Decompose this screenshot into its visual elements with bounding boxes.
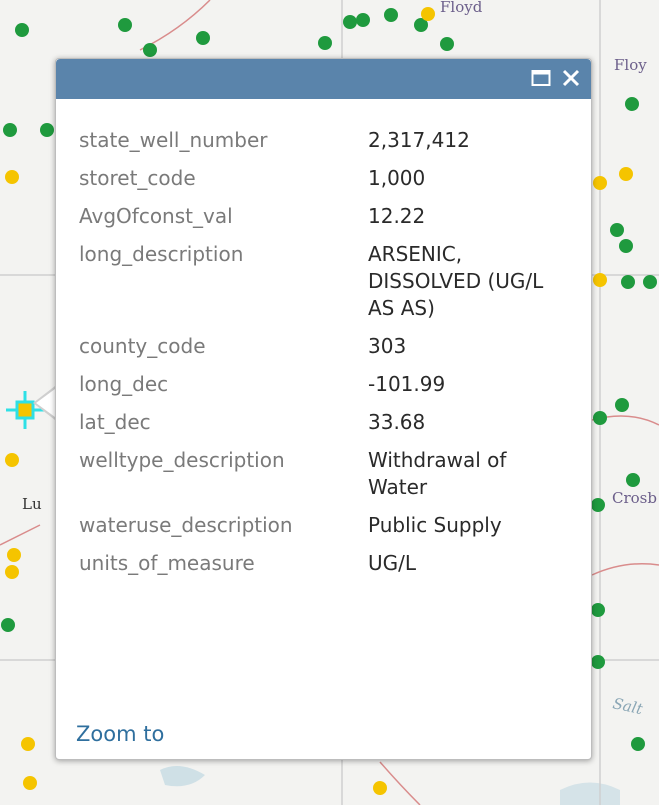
well-dot-green bbox=[591, 603, 605, 617]
attribute-row: storet_code 1,000 bbox=[79, 165, 548, 203]
close-icon bbox=[562, 69, 580, 87]
well-dot-green bbox=[1, 618, 15, 632]
well-dot-yellow bbox=[7, 548, 21, 562]
well-dot-green bbox=[591, 655, 605, 669]
well-dot-green bbox=[631, 737, 645, 751]
attribute-value: 2,317,412 bbox=[368, 128, 470, 152]
well-dot-yellow bbox=[5, 565, 19, 579]
well-dot-yellow bbox=[23, 776, 37, 790]
well-dot-yellow bbox=[373, 781, 387, 795]
attribute-row: wateruse_description Public Supply bbox=[79, 512, 548, 550]
well-dot-yellow bbox=[619, 167, 633, 181]
attribute-row: state_well_number 2,317,412 bbox=[79, 127, 548, 165]
attribute-row: long_dec -101.99 bbox=[79, 371, 548, 409]
attribute-value: 33.68 bbox=[368, 410, 426, 434]
attribute-key: long_dec bbox=[79, 372, 169, 396]
well-dot-yellow bbox=[421, 7, 435, 21]
attribute-row: units_of_measure UG/L bbox=[79, 550, 548, 588]
attribute-key: AvgOfconst_val bbox=[79, 204, 233, 228]
attribute-key: long_description bbox=[79, 242, 244, 266]
attribute-table: state_well_number 2,317,412 storet_code … bbox=[79, 127, 548, 588]
attribute-row: welltype_description Withdrawal of Water bbox=[79, 447, 548, 512]
well-dot-yellow bbox=[21, 737, 35, 751]
attribute-value: 303 bbox=[368, 334, 407, 358]
attribute-key: county_code bbox=[79, 334, 206, 358]
attribute-value: UG/L bbox=[368, 551, 417, 575]
well-dot-yellow bbox=[5, 170, 19, 184]
attribute-row: lat_dec 33.68 bbox=[79, 409, 548, 447]
well-dot-green bbox=[143, 43, 157, 57]
attribute-value: 12.22 bbox=[368, 204, 426, 228]
well-dot-yellow bbox=[593, 273, 607, 287]
attribute-key: storet_code bbox=[79, 166, 196, 190]
well-dot-green bbox=[591, 498, 605, 512]
attribute-row: county_code 303 bbox=[79, 333, 548, 371]
close-button[interactable] bbox=[557, 63, 585, 93]
feature-popup: state_well_number 2,317,412 storet_code … bbox=[55, 58, 592, 760]
well-dot-green bbox=[440, 37, 454, 51]
well-dot-green bbox=[625, 97, 639, 111]
map-label-right-middle: Crosb bbox=[612, 489, 657, 507]
well-dot-yellow bbox=[5, 453, 19, 467]
well-dot-green bbox=[40, 123, 54, 137]
well-dot-green bbox=[15, 23, 29, 37]
well-dot-green bbox=[619, 239, 633, 253]
map-label-left-middle: Lu bbox=[22, 495, 42, 513]
well-dot-green bbox=[356, 13, 370, 27]
maximize-icon bbox=[531, 70, 551, 86]
attribute-row: long_description ARSENIC, DISSOLVED (UG/… bbox=[79, 241, 548, 333]
well-dot-green bbox=[384, 8, 398, 22]
attribute-key: state_well_number bbox=[79, 128, 268, 152]
zoom-to-link[interactable]: Zoom to bbox=[76, 722, 164, 746]
attribute-value: ARSENIC, DISSOLVED (UG/L AS AS) bbox=[368, 242, 544, 320]
well-dot-green bbox=[318, 36, 332, 50]
attribute-key: lat_dec bbox=[79, 410, 151, 434]
attribute-key: units_of_measure bbox=[79, 551, 255, 575]
well-dot-green bbox=[610, 223, 624, 237]
well-dot-green bbox=[196, 31, 210, 45]
maximize-button[interactable] bbox=[527, 63, 555, 93]
well-dot-yellow bbox=[593, 176, 607, 190]
attribute-value: Withdrawal of Water bbox=[368, 448, 507, 499]
well-dot-green bbox=[593, 411, 607, 425]
attribute-value: 1,000 bbox=[368, 166, 426, 190]
attribute-key: welltype_description bbox=[79, 448, 285, 472]
well-dot-green bbox=[643, 275, 657, 289]
well-dot-green bbox=[621, 275, 635, 289]
map-label-top: Floyd bbox=[440, 0, 483, 16]
well-dot-green bbox=[3, 123, 17, 137]
popup-header bbox=[56, 59, 591, 99]
well-dot-green bbox=[626, 473, 640, 487]
attribute-value: Public Supply bbox=[368, 513, 502, 537]
popup-pointer-inner bbox=[36, 389, 55, 417]
well-dot-green bbox=[615, 398, 629, 412]
well-dot-green bbox=[343, 15, 357, 29]
well-dot-green bbox=[118, 18, 132, 32]
map-label-right-top: Floy bbox=[614, 56, 647, 74]
attribute-value: -101.99 bbox=[368, 372, 446, 396]
attribute-key: wateruse_description bbox=[79, 513, 293, 537]
attribute-row: AvgOfconst_val 12.22 bbox=[79, 203, 548, 241]
